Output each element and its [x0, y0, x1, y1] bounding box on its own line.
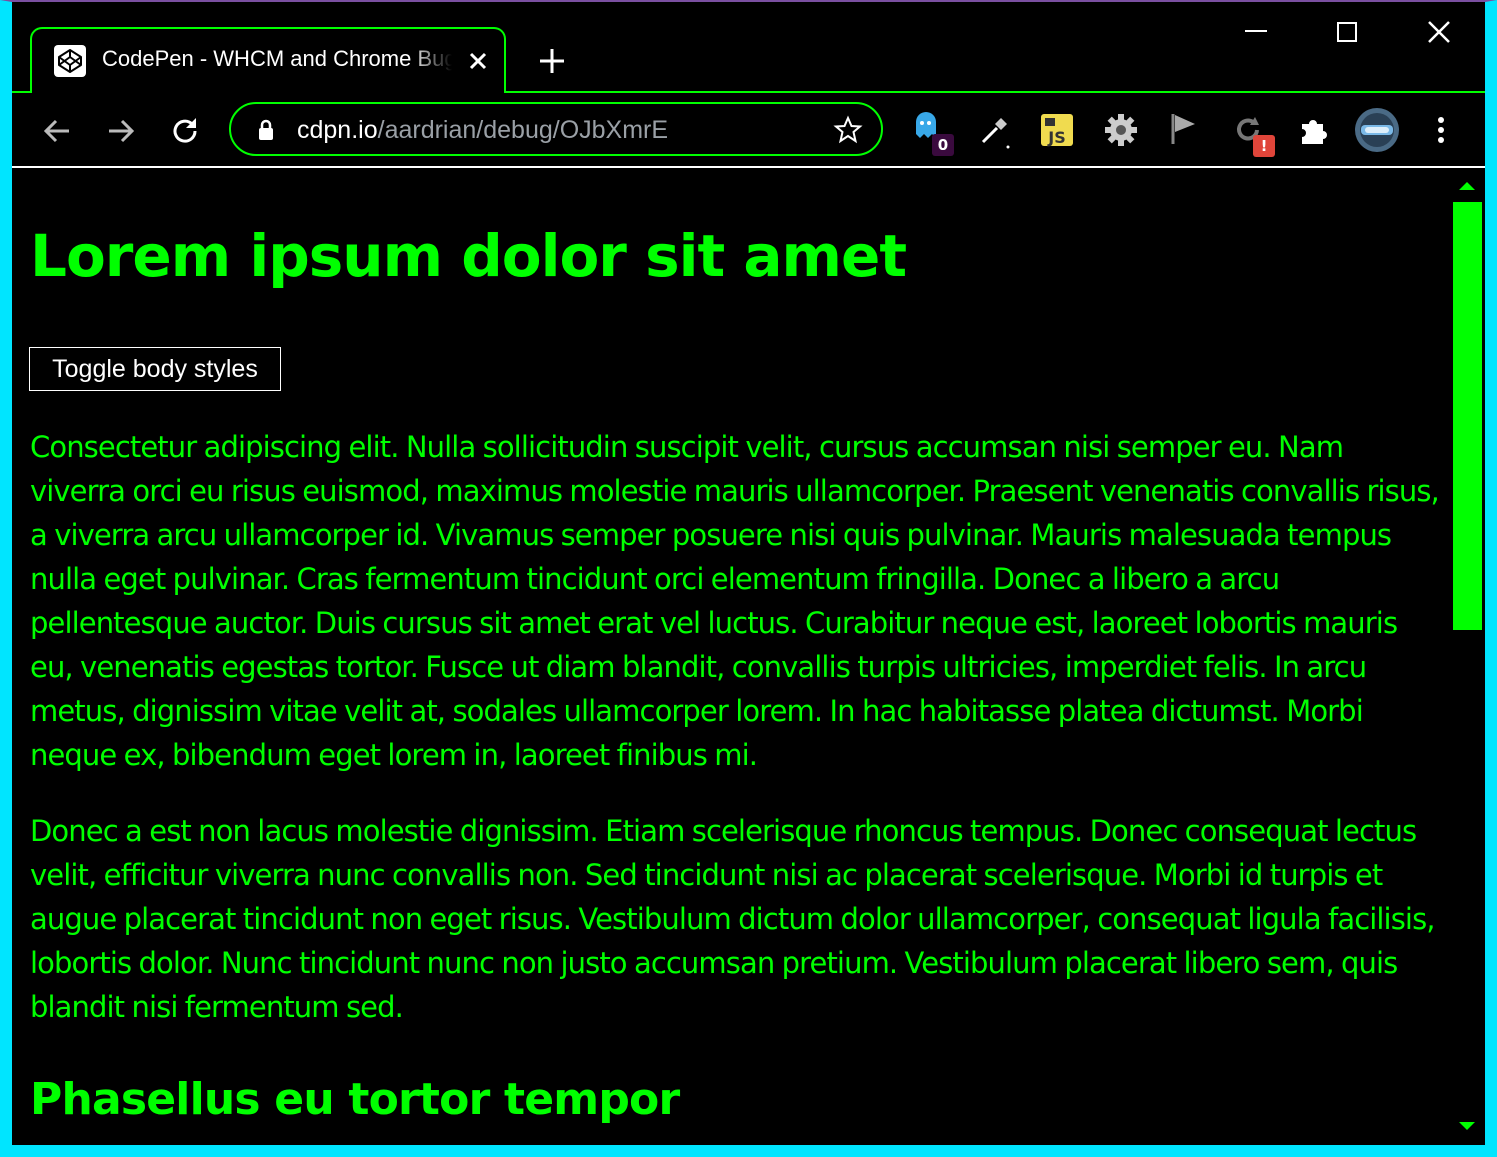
tab-title: CodePen - WHCM and Chrome Bug: [102, 46, 452, 71]
plus-icon[interactable]: [536, 45, 568, 77]
scroll-up-arrow[interactable]: [1459, 182, 1475, 190]
lock-icon: [257, 119, 275, 145]
address-bar[interactable]: cdpn.io/aardrian/debug/OJbXmrE: [229, 102, 883, 156]
page-content: Lorem ipsum dolor sit amet Toggle body s…: [12, 168, 1450, 1145]
url-path: /aardrian/debug/OJbXmrE: [377, 116, 669, 144]
alert-badge: !: [1253, 135, 1275, 157]
reload-icon[interactable]: [167, 113, 203, 149]
page-heading: Lorem ipsum dolor sit amet: [30, 222, 907, 290]
close-icon[interactable]: [464, 47, 492, 75]
url-host: cdpn.io: [297, 116, 378, 144]
js-icon[interactable]: JS: [1037, 110, 1077, 150]
star-icon[interactable]: [833, 115, 863, 149]
paragraph-1: Consectetur adipiscing elit. Nulla solli…: [30, 430, 1440, 772]
scroll-thumb[interactable]: [1453, 202, 1482, 630]
back-icon[interactable]: [39, 113, 75, 149]
url-text: cdpn.io/aardrian/debug/OJbXmrE: [297, 116, 668, 145]
paragraph-2: Donec a est non lacus molestie dignissim…: [30, 814, 1436, 1024]
scroll-down-arrow[interactable]: [1459, 1122, 1475, 1130]
eyedropper-icon[interactable]: [975, 110, 1015, 150]
refresh-extension-icon[interactable]: !: [1229, 110, 1275, 157]
puzzle-icon[interactable]: [1294, 110, 1334, 150]
browser-tab[interactable]: CodePen - WHCM and Chrome Bug: [30, 27, 506, 93]
section-heading: Phasellus eu tortor tempor: [30, 1074, 680, 1125]
codepen-icon: [54, 45, 86, 77]
minimize-icon[interactable]: [1238, 14, 1274, 50]
gear-icon[interactable]: [1101, 110, 1141, 150]
flag-icon[interactable]: [1165, 110, 1205, 150]
forward-icon[interactable]: [103, 113, 139, 149]
profile-avatar[interactable]: [1353, 106, 1401, 154]
ghostery-icon[interactable]: 0: [910, 110, 954, 156]
ghostery-badge: 0: [932, 134, 954, 156]
toggle-body-styles-button[interactable]: Toggle body styles: [29, 347, 281, 391]
scrollbar[interactable]: [1450, 168, 1485, 1145]
maximize-icon[interactable]: [1329, 14, 1365, 50]
close-window-icon[interactable]: [1421, 14, 1457, 50]
svg-text:JS: JS: [1047, 128, 1065, 147]
menu-icon[interactable]: [1421, 110, 1461, 150]
